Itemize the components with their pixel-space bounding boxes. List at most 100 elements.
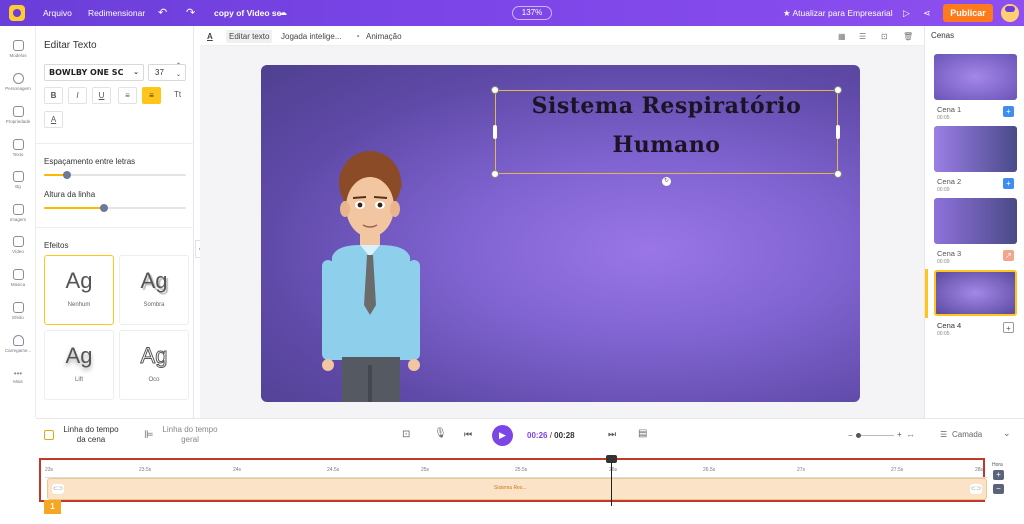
project-title[interactable]: copy of Video se xyxy=(214,0,281,26)
effect-none[interactable]: Ag Nenhum xyxy=(44,255,114,325)
zoom-in-icon[interactable]: + xyxy=(897,430,902,439)
scene-canvas[interactable]: Sistema Respiratório Humano ↻ xyxy=(261,65,860,402)
sidebar-item-texto[interactable]: Texto xyxy=(0,139,36,157)
font-family-select[interactable]: BOWLBY ONE SC ⌄ xyxy=(44,64,144,81)
italic-button[interactable]: I xyxy=(68,87,87,104)
menu-redimensionar[interactable]: Redimensionar xyxy=(88,0,145,26)
effect-name: Oco xyxy=(148,377,160,383)
resize-handle-w[interactable] xyxy=(493,125,497,139)
tab-animation[interactable]: Animação xyxy=(366,30,402,43)
font-size-value: 37 xyxy=(155,68,164,77)
timeline-zoom-in-button[interactable]: + xyxy=(993,470,1004,480)
font-size-input[interactable]: 37 ⌃ ⌄ xyxy=(148,62,186,81)
effect-name: Nenhum xyxy=(67,302,91,308)
sidebar-item-musica[interactable]: Música xyxy=(0,269,36,287)
ruler-tick: 24s xyxy=(233,467,242,473)
resize-handle-sw[interactable] xyxy=(491,170,499,178)
timeline-ruler[interactable]: 23s 23.5s 24s 24.5s 25s 25.5s 26s 26.5s … xyxy=(45,466,987,478)
effect-lift[interactable]: Ag Lift xyxy=(44,330,114,400)
letter-spacing-slider[interactable] xyxy=(44,171,186,179)
text-color-button[interactable]: A xyxy=(44,111,63,128)
ruler-tick: 24.5s xyxy=(327,467,340,473)
scene-thumbnail-3[interactable] xyxy=(934,198,1017,244)
preview-play-icon[interactable]: ▷ xyxy=(903,0,910,26)
sidebar-item-mais[interactable]: ••• Mais xyxy=(0,368,36,384)
list-button[interactable]: ≡ xyxy=(118,87,137,104)
scene-transition-icon-3[interactable]: ↗ xyxy=(1003,250,1014,261)
fit-screen-icon[interactable]: ⊡ xyxy=(402,429,410,440)
timeline-zoom-out-button[interactable]: − xyxy=(993,484,1004,494)
skip-forward-icon[interactable]: ⏭ xyxy=(608,429,616,440)
clip-start-handle-icon[interactable]: ⊂⊃ xyxy=(52,484,64,494)
rotate-handle-icon[interactable]: ↻ xyxy=(662,177,671,186)
scene-thumbnail-1[interactable] xyxy=(934,54,1017,100)
current-time: 00:26 xyxy=(527,431,548,440)
scene-name-2: Cena 2 xyxy=(937,177,962,186)
delete-icon[interactable]: 🗑 xyxy=(903,30,913,43)
clip-end-handle-icon[interactable]: ⊂⊃ xyxy=(970,484,982,494)
sidebar-item-bg[interactable]: Bg xyxy=(0,171,36,189)
publish-button[interactable]: Publicar xyxy=(943,4,993,22)
sidebar-item-imagem[interactable]: Imagem xyxy=(0,204,36,222)
lock-icon[interactable]: ⊡ xyxy=(881,30,888,43)
scene-timeline-toggle[interactable]: Linha do tempo da cena xyxy=(61,425,121,445)
resize-handle-se[interactable] xyxy=(834,170,842,178)
sidebar-item-personagem[interactable]: Personagem xyxy=(0,73,36,91)
image-icon xyxy=(12,204,24,215)
tab-smart-move[interactable]: Jogada intelige... xyxy=(281,30,342,43)
scene-thumbnail-4[interactable] xyxy=(934,270,1017,316)
scene-add-button-1[interactable]: + xyxy=(1003,106,1014,117)
zoom-level[interactable]: 137% xyxy=(512,6,552,20)
play-button[interactable]: ▶ xyxy=(492,425,513,446)
chevron-down-icon[interactable]: ⌄ xyxy=(1003,428,1011,439)
upgrade-link[interactable]: ★ Atualizar para Empresarial xyxy=(783,0,893,26)
share-icon[interactable]: ⋖ xyxy=(923,0,931,26)
undo-icon[interactable]: ↶ xyxy=(158,0,167,26)
resize-handle-e[interactable] xyxy=(836,125,840,139)
add-scene-button[interactable]: + xyxy=(1003,322,1014,333)
text-selection-box[interactable] xyxy=(495,90,838,174)
scene-add-button-2[interactable]: + xyxy=(1003,178,1014,189)
letter-spacing-handle[interactable] xyxy=(62,171,71,179)
sidebar-item-efeito[interactable]: Efeito xyxy=(0,302,36,320)
underline-button[interactable]: U xyxy=(92,87,111,104)
text-case-button[interactable]: Tt xyxy=(168,87,187,104)
scene-number-badge: 1 xyxy=(44,500,61,514)
text-track-clip[interactable]: ⊂⊃ Sistema Res... ⊂⊃ xyxy=(47,478,987,500)
resize-handle-ne[interactable] xyxy=(834,86,842,94)
time-readout: 00:26 / 00:28 xyxy=(527,431,575,440)
character-figure[interactable] xyxy=(316,145,436,402)
resize-handle-nw[interactable] xyxy=(491,86,499,94)
tab-edit-text[interactable]: Editar texto xyxy=(226,30,273,43)
general-timeline-toggle[interactable]: Linha do tempo geral xyxy=(157,425,223,445)
sidebar-item-carregamento[interactable]: Carregame... xyxy=(0,335,36,353)
sidebar-item-video[interactable]: Vídeo xyxy=(0,236,36,254)
timeline-zoom-handle[interactable] xyxy=(856,433,861,438)
playhead[interactable] xyxy=(611,462,612,506)
menu-arquivo[interactable]: Arquivo xyxy=(43,0,72,26)
stepper-arrows-icon[interactable]: ⌃ ⌄ xyxy=(176,62,181,80)
effect-hollow[interactable]: Ag Oco xyxy=(119,330,189,400)
sidebar-item-propriedade[interactable]: Propriedade xyxy=(0,106,36,124)
transparency-icon[interactable]: ▦ xyxy=(838,30,846,43)
sidebar-item-modelos[interactable]: Modelos xyxy=(0,40,36,58)
align-center-button[interactable]: ≡ xyxy=(142,87,161,104)
active-scene-indicator xyxy=(925,269,928,318)
redo-icon[interactable]: ↷ xyxy=(186,0,195,26)
skip-back-icon[interactable]: ⏮ xyxy=(464,429,472,440)
layers-icon[interactable]: ☰ xyxy=(859,30,866,43)
scene-thumbnail-2[interactable] xyxy=(934,126,1017,172)
microphone-icon[interactable]: 🎙 xyxy=(434,428,447,439)
timeline-zoom-slider[interactable] xyxy=(856,435,894,436)
layer-toggle[interactable]: Camada xyxy=(952,430,982,439)
text-color-icon[interactable]: A xyxy=(207,30,213,43)
fit-timeline-icon[interactable]: ↔ xyxy=(906,429,915,439)
subtitles-icon[interactable]: ▤ xyxy=(638,428,647,439)
line-height-slider[interactable] xyxy=(44,204,186,212)
line-height-handle[interactable] xyxy=(99,204,108,212)
app-logo[interactable] xyxy=(9,5,25,21)
effect-shadow[interactable]: Ag Sombra xyxy=(119,255,189,325)
bold-button[interactable]: B xyxy=(44,87,63,104)
zoom-out-icon[interactable]: − xyxy=(848,431,853,440)
avatar[interactable] xyxy=(1001,4,1019,22)
